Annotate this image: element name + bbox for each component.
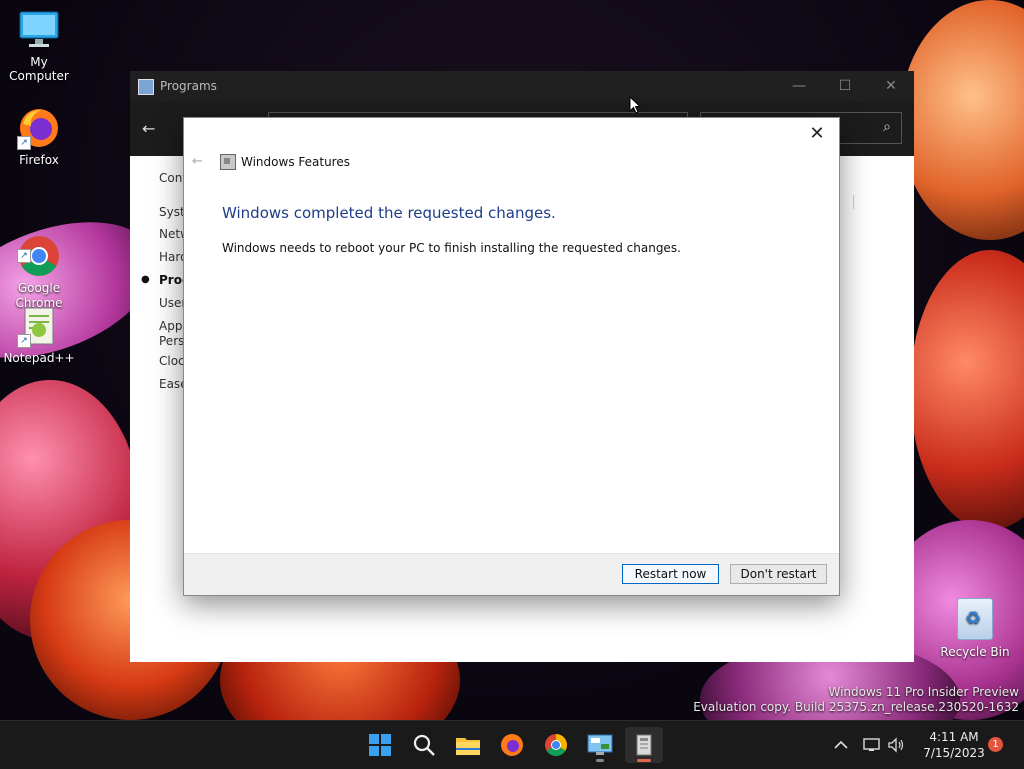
maximize-button[interactable]: ☐ [822, 71, 868, 101]
start-icon [369, 734, 391, 756]
nav-item[interactable]: Appe [159, 319, 183, 334]
link-separator [853, 195, 854, 209]
window-titlebar[interactable]: Programs — ☐ ✕ [130, 71, 914, 101]
taskbar-search-button[interactable] [405, 727, 443, 763]
desktop-icon-label: Notepad++ [3, 351, 75, 365]
window-title: Programs [160, 79, 217, 93]
windows-features-icon [636, 734, 652, 756]
recycle-bin-icon: ♻ [957, 598, 993, 640]
show-hidden-icons-button[interactable] [830, 721, 852, 769]
control-panel-icon [138, 79, 154, 95]
windows-features-dialog: ✕ ← Windows Features Windows completed t… [183, 117, 840, 596]
nav-item[interactable]: Syste [159, 205, 183, 220]
control-panel-icon [587, 734, 613, 755]
notepad-plus-plus-icon: ↗ [17, 304, 61, 348]
desktop-icon-recycle-bin[interactable]: ♻ Recycle Bin [938, 598, 1012, 659]
taskbar-file-explorer[interactable] [449, 727, 487, 763]
desktop-icon-my-computer[interactable]: My Computer [0, 8, 79, 83]
search-icon: ⌕ [883, 119, 891, 135]
desktop-icon-label: Firefox [19, 153, 59, 167]
dialog-title: Windows Features [241, 155, 350, 169]
taskbar-control-panel[interactable] [581, 727, 619, 763]
chrome-icon: ↗ [17, 219, 61, 276]
dialog-message: Windows needs to reboot your PC to finis… [222, 241, 681, 255]
speaker-icon [888, 737, 904, 753]
watermark-line: Windows 11 Pro Insider Preview [828, 685, 1019, 699]
mouse-cursor-icon [629, 96, 641, 114]
chevron-up-icon [834, 740, 848, 749]
taskbar-clock[interactable]: 4:11 AM 7/15/2023 [912, 729, 996, 761]
nav-item[interactable]: User [159, 296, 183, 311]
back-arrow-icon[interactable]: ← [192, 154, 203, 169]
network-button[interactable] [860, 721, 884, 769]
firefox-icon: ↗ [17, 106, 61, 150]
nav-item[interactable]: Cloc [159, 354, 183, 369]
file-explorer-icon [456, 738, 480, 755]
running-indicator [596, 759, 604, 762]
volume-button[interactable] [884, 721, 908, 769]
watermark-line: Evaluation copy. Build 25375.zn_release.… [693, 700, 1019, 714]
taskbar-firefox[interactable] [493, 727, 531, 763]
wallpaper-shape [900, 0, 1024, 240]
desktop-icon-firefox[interactable]: ↗ Firefox [0, 106, 79, 167]
monitor-icon [17, 8, 61, 52]
active-indicator [637, 759, 651, 762]
firefox-icon [501, 734, 523, 756]
clock-time: 4:11 AM [929, 730, 979, 744]
taskbar: 4:11 AM 7/15/2023 [0, 720, 1024, 769]
network-icon [863, 738, 880, 751]
back-arrow-icon[interactable]: ← [142, 119, 155, 138]
nav-item[interactable]: Perso [159, 334, 183, 349]
nav-item[interactable]: Cont [159, 171, 183, 186]
shortcut-arrow-icon: ↗ [17, 249, 31, 263]
taskbar-chrome[interactable] [537, 727, 575, 763]
evaluation-watermark: Windows 11 Pro Insider Preview Evaluatio… [693, 685, 1019, 715]
nav-item[interactable]: Netw [159, 227, 183, 242]
notification-badge[interactable]: 1 [988, 737, 1003, 752]
desktop-icon-notepad-plus-plus[interactable]: ↗ Notepad++ [0, 304, 79, 365]
desktop-icon-label: Recycle Bin [940, 645, 1010, 659]
dialog-close-button[interactable]: ✕ [803, 122, 831, 146]
desktop-icon-label: My Computer [9, 55, 69, 83]
nav-item-active[interactable]: Prog [159, 273, 183, 288]
minimize-button[interactable]: — [776, 71, 822, 101]
nav-item[interactable]: Ease [159, 377, 183, 392]
wallpaper-shape [910, 250, 1024, 530]
dont-restart-button[interactable]: Don't restart [730, 564, 827, 584]
nav-item[interactable]: Hard [159, 250, 183, 265]
search-icon [413, 734, 435, 756]
start-button[interactable] [361, 727, 399, 763]
chrome-icon [545, 734, 567, 756]
close-button[interactable]: ✕ [868, 71, 914, 101]
active-bullet-icon: ● [141, 274, 150, 285]
clock-date: 7/15/2023 [923, 746, 985, 760]
taskbar-windows-features[interactable] [625, 727, 663, 763]
windows-features-icon [220, 154, 236, 170]
restart-now-button[interactable]: Restart now [622, 564, 719, 584]
dialog-footer: Restart now Don't restart [184, 553, 839, 595]
dialog-heading: Windows completed the requested changes. [222, 204, 556, 222]
shortcut-arrow-icon: ↗ [17, 334, 31, 348]
shortcut-arrow-icon: ↗ [17, 136, 31, 150]
